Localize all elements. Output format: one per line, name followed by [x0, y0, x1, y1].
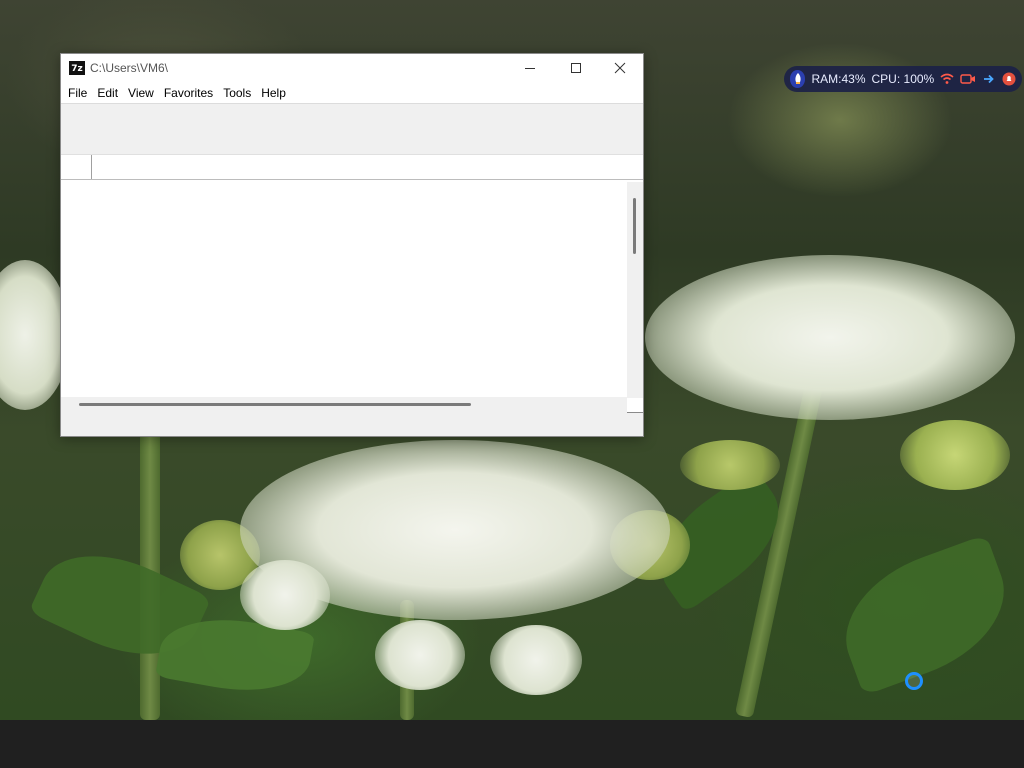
- menu-file[interactable]: File: [64, 82, 93, 104]
- menu-tools[interactable]: Tools: [219, 82, 257, 104]
- system-monitor-widget[interactable]: RAM:43% CPU: 100%: [784, 66, 1022, 92]
- camera-icon[interactable]: [960, 71, 976, 87]
- wallpaper-bud: [900, 420, 1010, 490]
- rocket-icon[interactable]: [790, 70, 806, 88]
- menu-help[interactable]: Help: [257, 82, 292, 104]
- cpu-label: CPU:: [871, 72, 901, 86]
- cpu-value: 100%: [903, 72, 935, 86]
- menu-bar: File Edit View Favorites Tools Help: [61, 82, 643, 104]
- wallpaper-bud: [680, 440, 780, 490]
- menu-favorites[interactable]: Favorites: [160, 82, 219, 104]
- maximize-icon: [571, 63, 581, 73]
- ram-usage: RAM:43%: [811, 72, 865, 86]
- ram-label: RAM:: [811, 72, 842, 86]
- title-bar[interactable]: 7z C:\Users\VM6\: [61, 54, 643, 82]
- wallpaper-flower: [490, 625, 582, 695]
- menu-edit[interactable]: Edit: [93, 82, 124, 104]
- bell-icon[interactable]: [1002, 71, 1016, 87]
- wallpaper-flower: [240, 560, 330, 630]
- taskbar[interactable]: [0, 720, 1024, 768]
- horizontal-scrollbar[interactable]: [61, 397, 627, 413]
- close-icon: [614, 62, 626, 74]
- file-manager-window[interactable]: 7z C:\Users\VM6\ File Edit View Favorite…: [60, 53, 644, 437]
- wallpaper-flower: [375, 620, 465, 690]
- cpu-usage: CPU: 100%: [872, 72, 935, 86]
- up-folder-button[interactable]: [61, 155, 92, 179]
- horizontal-scroll-thumb[interactable]: [79, 403, 471, 406]
- toolbar: [61, 105, 643, 155]
- maximize-button[interactable]: [553, 54, 599, 82]
- file-list-panel[interactable]: [61, 180, 643, 413]
- busy-cursor-icon: [905, 672, 923, 690]
- status-bar: [61, 414, 643, 436]
- wifi-icon[interactable]: [940, 71, 954, 87]
- vertical-scrollbar[interactable]: [627, 182, 643, 398]
- address-input[interactable]: [93, 155, 642, 179]
- window-title: C:\Users\VM6\: [90, 61, 169, 75]
- minimize-button[interactable]: [507, 54, 553, 82]
- wallpaper-flower: [645, 255, 1015, 420]
- wallpaper-leaf: [826, 534, 1024, 696]
- minimize-icon: [525, 68, 535, 69]
- app-icon: 7z: [69, 61, 85, 75]
- close-button[interactable]: [597, 54, 643, 82]
- vertical-scroll-thumb[interactable]: [633, 198, 636, 254]
- ram-value: 43%: [841, 72, 866, 86]
- address-bar: [61, 155, 643, 180]
- menu-view[interactable]: View: [124, 82, 160, 104]
- arrow-right-icon[interactable]: [982, 71, 996, 87]
